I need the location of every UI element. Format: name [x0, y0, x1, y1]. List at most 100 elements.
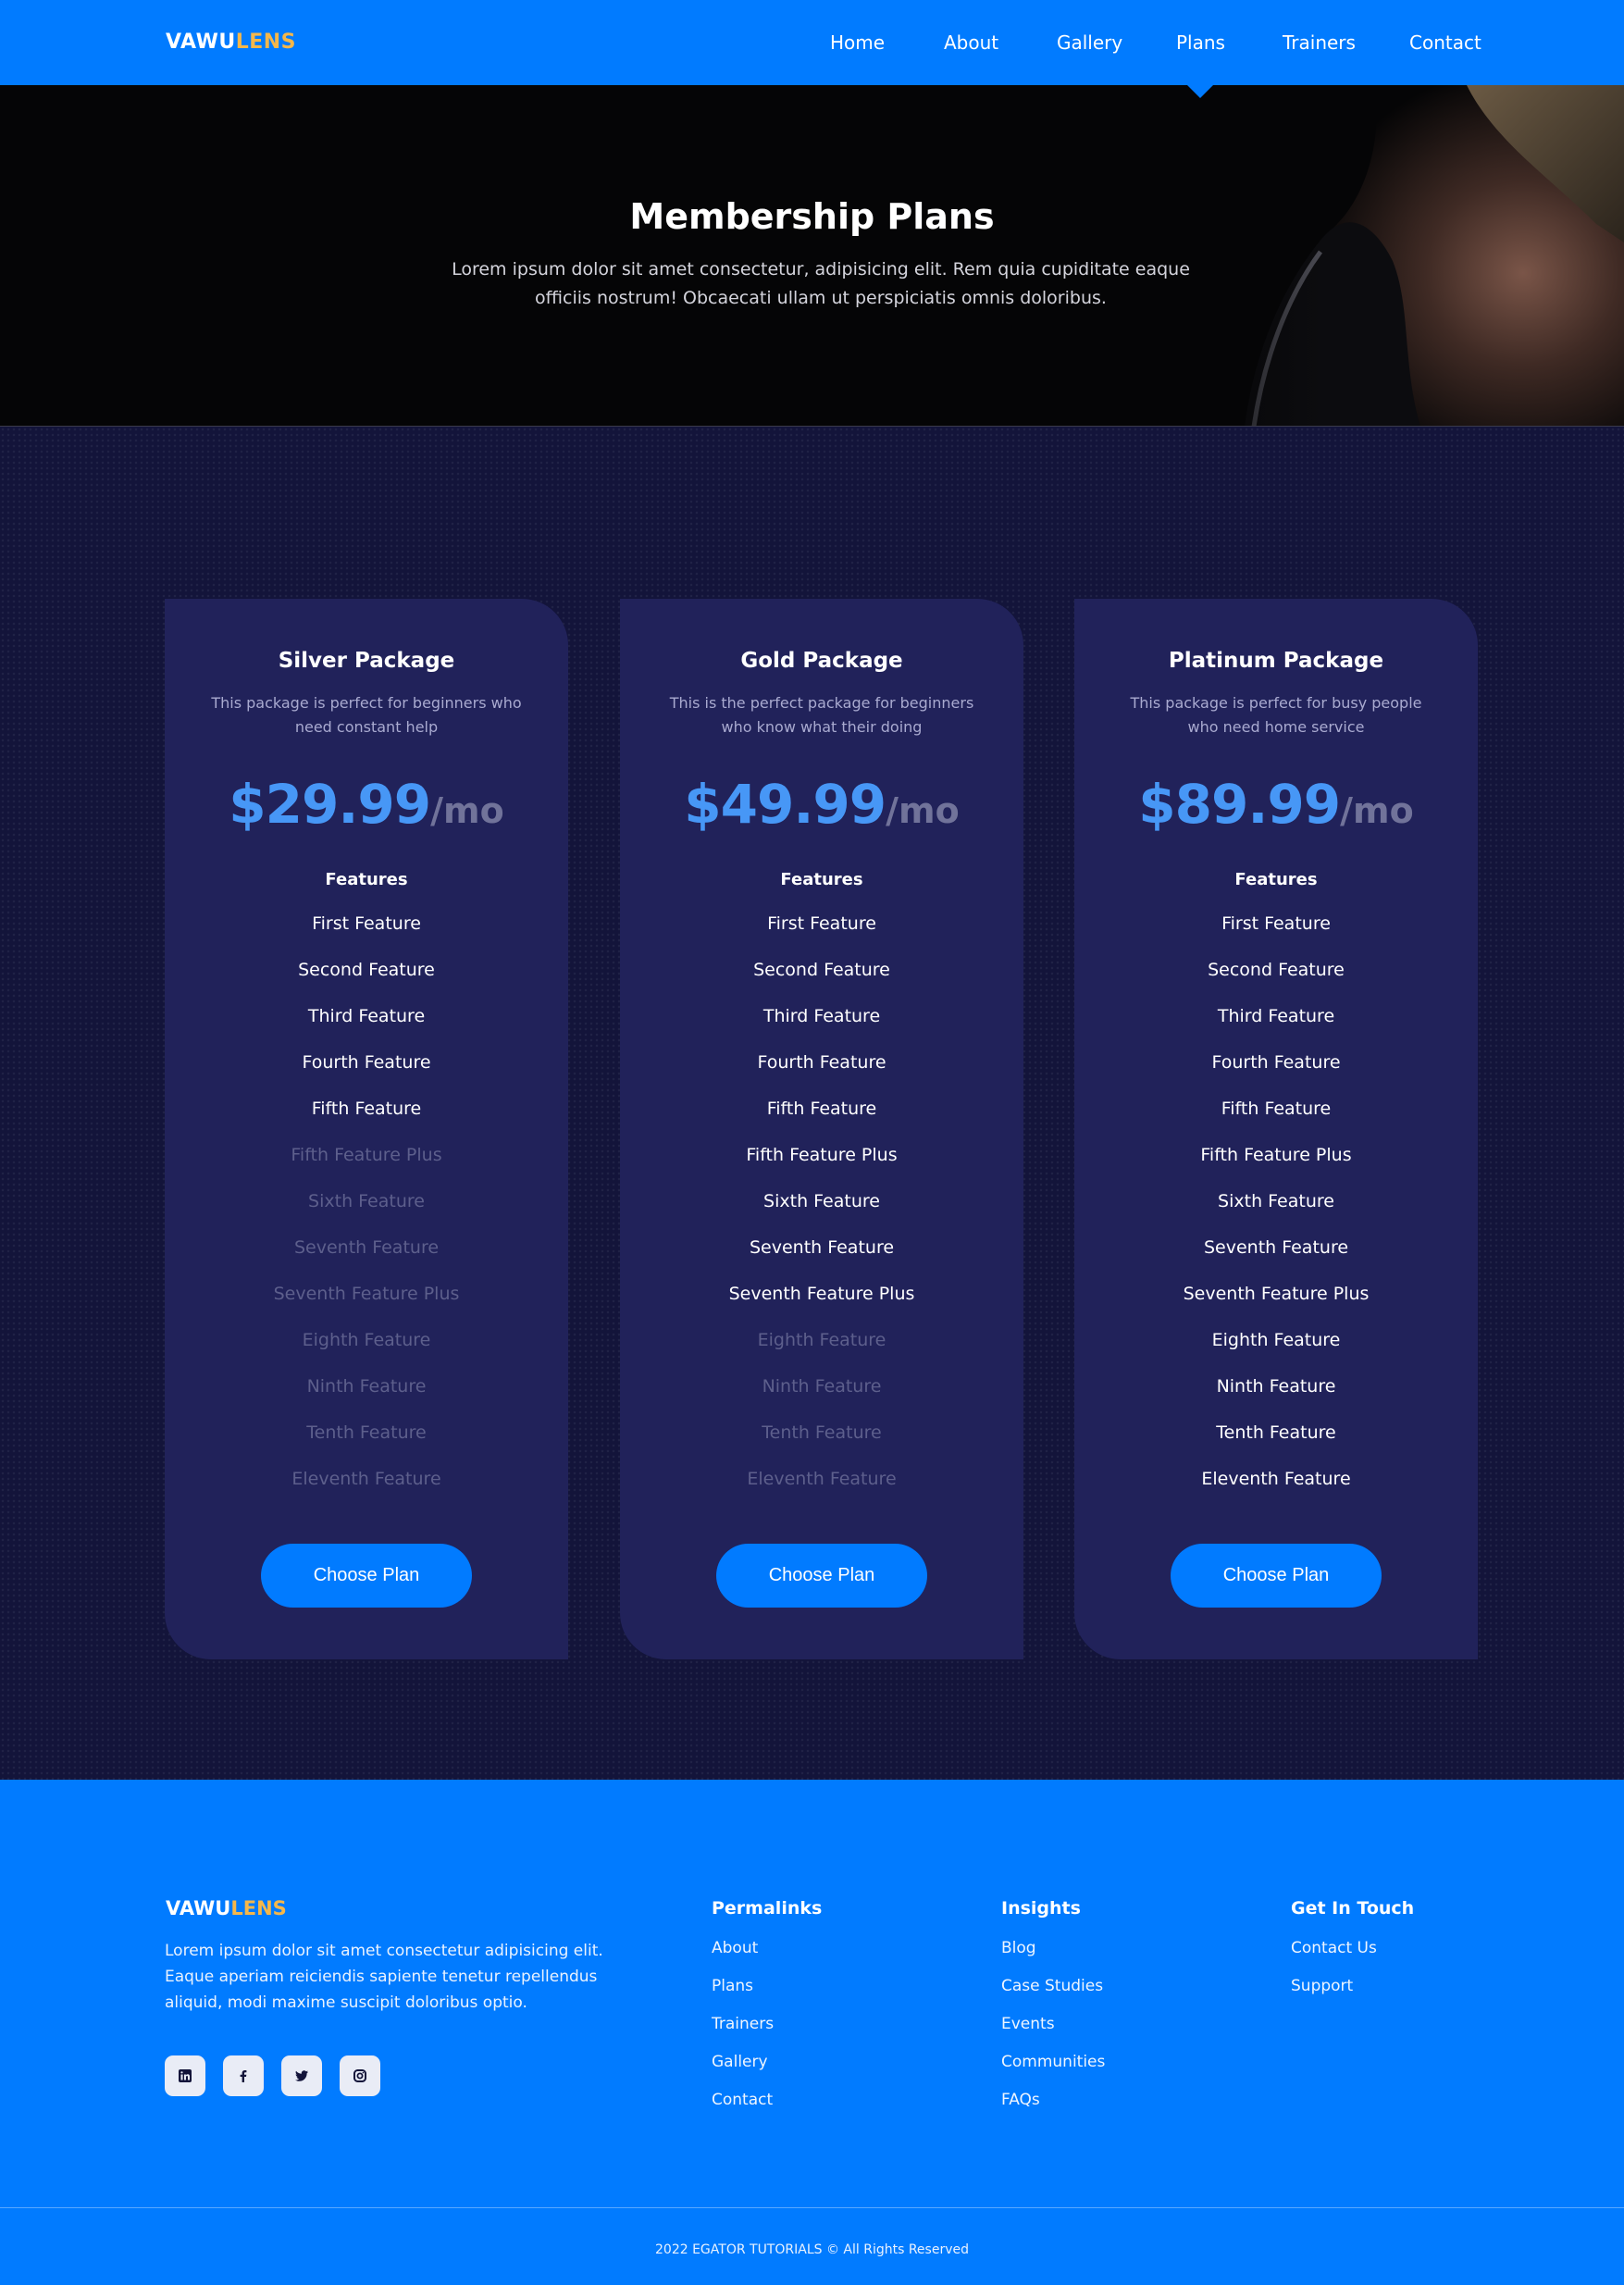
footer-about-text: Lorem ipsum dolor sit amet consectetur a…: [165, 1942, 603, 2012]
price-period: /mo: [886, 790, 960, 831]
footer-link-faqs[interactable]: FAQs: [1001, 2091, 1105, 2129]
linkedin-link[interactable]: [165, 2055, 205, 2096]
feature-item-disabled: Tenth Feature: [306, 1422, 427, 1443]
hero-description: Lorem ipsum dolor sit amet consectetur, …: [452, 259, 1190, 308]
feature-list: First Feature Second Feature Third Featu…: [1074, 910, 1478, 1511]
facebook-icon: [240, 2070, 247, 2082]
footer-column-permalinks: Permalinks About Plans Trainers Gallery …: [712, 1898, 822, 2129]
price-amount: $29.99: [229, 773, 431, 836]
feature-item: Seventh Feature Plus: [728, 1284, 915, 1304]
feature-item: Tenth Feature: [1216, 1422, 1336, 1443]
feature-item: Fifth Feature Plus: [1200, 1145, 1352, 1165]
nav-link-gallery[interactable]: Gallery: [1057, 31, 1122, 54]
footer-column-heading: Insights: [1001, 1898, 1081, 1919]
feature-item: Fifth Feature: [311, 1099, 422, 1119]
footer-link-contact-us[interactable]: Contact Us: [1291, 1939, 1414, 1977]
feature-item: Fourth Feature: [1211, 1052, 1341, 1073]
footer-column-heading: Get In Touch: [1291, 1898, 1415, 1919]
features-heading: Features: [1234, 870, 1318, 889]
footer-link-gallery[interactable]: Gallery: [712, 2053, 822, 2091]
copyright-text: 2022 EGATOR TUTORIALS © All Rights Reser…: [655, 2242, 969, 2257]
feature-item-disabled: Tenth Feature: [762, 1422, 882, 1443]
feature-item-disabled: Seventh Feature: [293, 1237, 440, 1258]
plan-title: Platinum Package: [1168, 649, 1384, 673]
feature-item: Fifth Feature Plus: [746, 1145, 898, 1165]
plan-card-platinum: Platinum Package This package is perfect…: [1074, 599, 1478, 1659]
nav-link-about[interactable]: About: [944, 31, 998, 54]
choose-plan-button[interactable]: Choose Plan: [1171, 1544, 1382, 1608]
choose-plan-button[interactable]: Choose Plan: [716, 1544, 927, 1608]
footer-brand-logo[interactable]: VAWULENS: [166, 1897, 287, 1919]
plan-title: Gold Package: [740, 649, 903, 673]
feature-item: Seventh Feature Plus: [1183, 1284, 1370, 1304]
feature-item-disabled: Sixth Feature: [308, 1191, 425, 1211]
plan-price: $89.99/mo: [1074, 773, 1478, 836]
footer-link-events[interactable]: Events: [1001, 2015, 1105, 2053]
features-heading: Features: [325, 870, 408, 889]
instagram-link[interactable]: [340, 2055, 380, 2096]
feature-item-disabled: Eighth Feature: [757, 1330, 886, 1350]
feature-list: First Feature Second Feature Third Featu…: [620, 910, 1023, 1511]
twitter-icon: [295, 2070, 308, 2081]
plan-description: This is the perfect package for beginner…: [669, 694, 974, 736]
footer-link-trainers[interactable]: Trainers: [712, 2015, 822, 2053]
feature-item-disabled: Seventh Feature Plus: [273, 1284, 460, 1304]
feature-item: First Feature: [1221, 913, 1331, 934]
price-amount: $49.99: [684, 773, 886, 836]
feature-item: Second Feature: [298, 960, 435, 980]
feature-item-disabled: Ninth Feature: [306, 1376, 427, 1397]
footer-link-support[interactable]: Support: [1291, 1977, 1414, 2015]
feature-item: Sixth Feature: [763, 1191, 880, 1211]
feature-item: Fifth Feature: [1221, 1099, 1332, 1119]
feature-item-disabled: Fifth Feature Plus: [291, 1145, 442, 1165]
feature-list: First Feature Second Feature Third Featu…: [165, 910, 568, 1511]
linkedin-icon: [179, 2069, 192, 2082]
nav-link-contact[interactable]: Contact: [1409, 31, 1481, 54]
feature-item-disabled: Eleventh Feature: [747, 1469, 897, 1489]
feature-item: Third Feature: [1217, 1006, 1335, 1026]
plan-card-silver: Silver Package This package is perfect f…: [165, 599, 568, 1659]
feature-item: Second Feature: [1208, 960, 1345, 980]
plan-description: This package is perfect for busy people …: [1130, 694, 1422, 736]
nav-link-home[interactable]: Home: [830, 31, 885, 54]
feature-item: Sixth Feature: [1218, 1191, 1334, 1211]
feature-item: Fourth Feature: [757, 1052, 886, 1073]
plan-description: This package is perfect for beginners wh…: [211, 694, 522, 736]
nav-link-trainers[interactable]: Trainers: [1283, 31, 1356, 54]
feature-item: First Feature: [312, 913, 421, 934]
footer-column-heading: Permalinks: [712, 1898, 823, 1919]
feature-item-disabled: Ninth Feature: [762, 1376, 882, 1397]
feature-item: Ninth Feature: [1216, 1376, 1336, 1397]
footer-link-plans[interactable]: Plans: [712, 1977, 822, 2015]
price-period: /mo: [430, 790, 504, 831]
footer-link-communities[interactable]: Communities: [1001, 2053, 1105, 2091]
footer-link-case-studies[interactable]: Case Studies: [1001, 1977, 1105, 2015]
plan-title: Silver Package: [278, 649, 455, 673]
site-footer: VAWULENS Lorem ipsum dolor sit amet cons…: [0, 1780, 1624, 2285]
feature-item: Seventh Feature: [749, 1237, 895, 1258]
athlete-image: [1161, 85, 1624, 426]
facebook-link[interactable]: [223, 2055, 264, 2096]
plan-card-gold: Gold Package This is the perfect package…: [620, 599, 1023, 1659]
plan-price: $29.99/mo: [165, 773, 568, 836]
feature-item: Third Feature: [307, 1006, 426, 1026]
footer-link-blog[interactable]: Blog: [1001, 1939, 1105, 1977]
feature-item: Seventh Feature: [1203, 1237, 1349, 1258]
page-title: Membership Plans: [629, 196, 995, 237]
feature-item: Second Feature: [753, 960, 890, 980]
footer-divider: [0, 2207, 1624, 2208]
nav-link-plans[interactable]: Plans: [1176, 31, 1225, 54]
price-amount: $89.99: [1138, 773, 1341, 836]
active-nav-indicator: [1187, 85, 1213, 98]
feature-item: Fourth Feature: [302, 1052, 431, 1073]
choose-plan-button[interactable]: Choose Plan: [261, 1544, 472, 1608]
price-period: /mo: [1340, 790, 1414, 831]
features-heading: Features: [780, 870, 863, 889]
feature-item: Third Feature: [762, 1006, 881, 1026]
instagram-icon: [353, 2069, 366, 2082]
twitter-link[interactable]: [281, 2055, 322, 2096]
plan-price: $49.99/mo: [620, 773, 1023, 836]
footer-link-contact[interactable]: Contact: [712, 2091, 822, 2129]
top-navbar: VAWULENS Home About Gallery Plans Traine…: [0, 0, 1624, 85]
footer-link-about[interactable]: About: [712, 1939, 822, 1977]
